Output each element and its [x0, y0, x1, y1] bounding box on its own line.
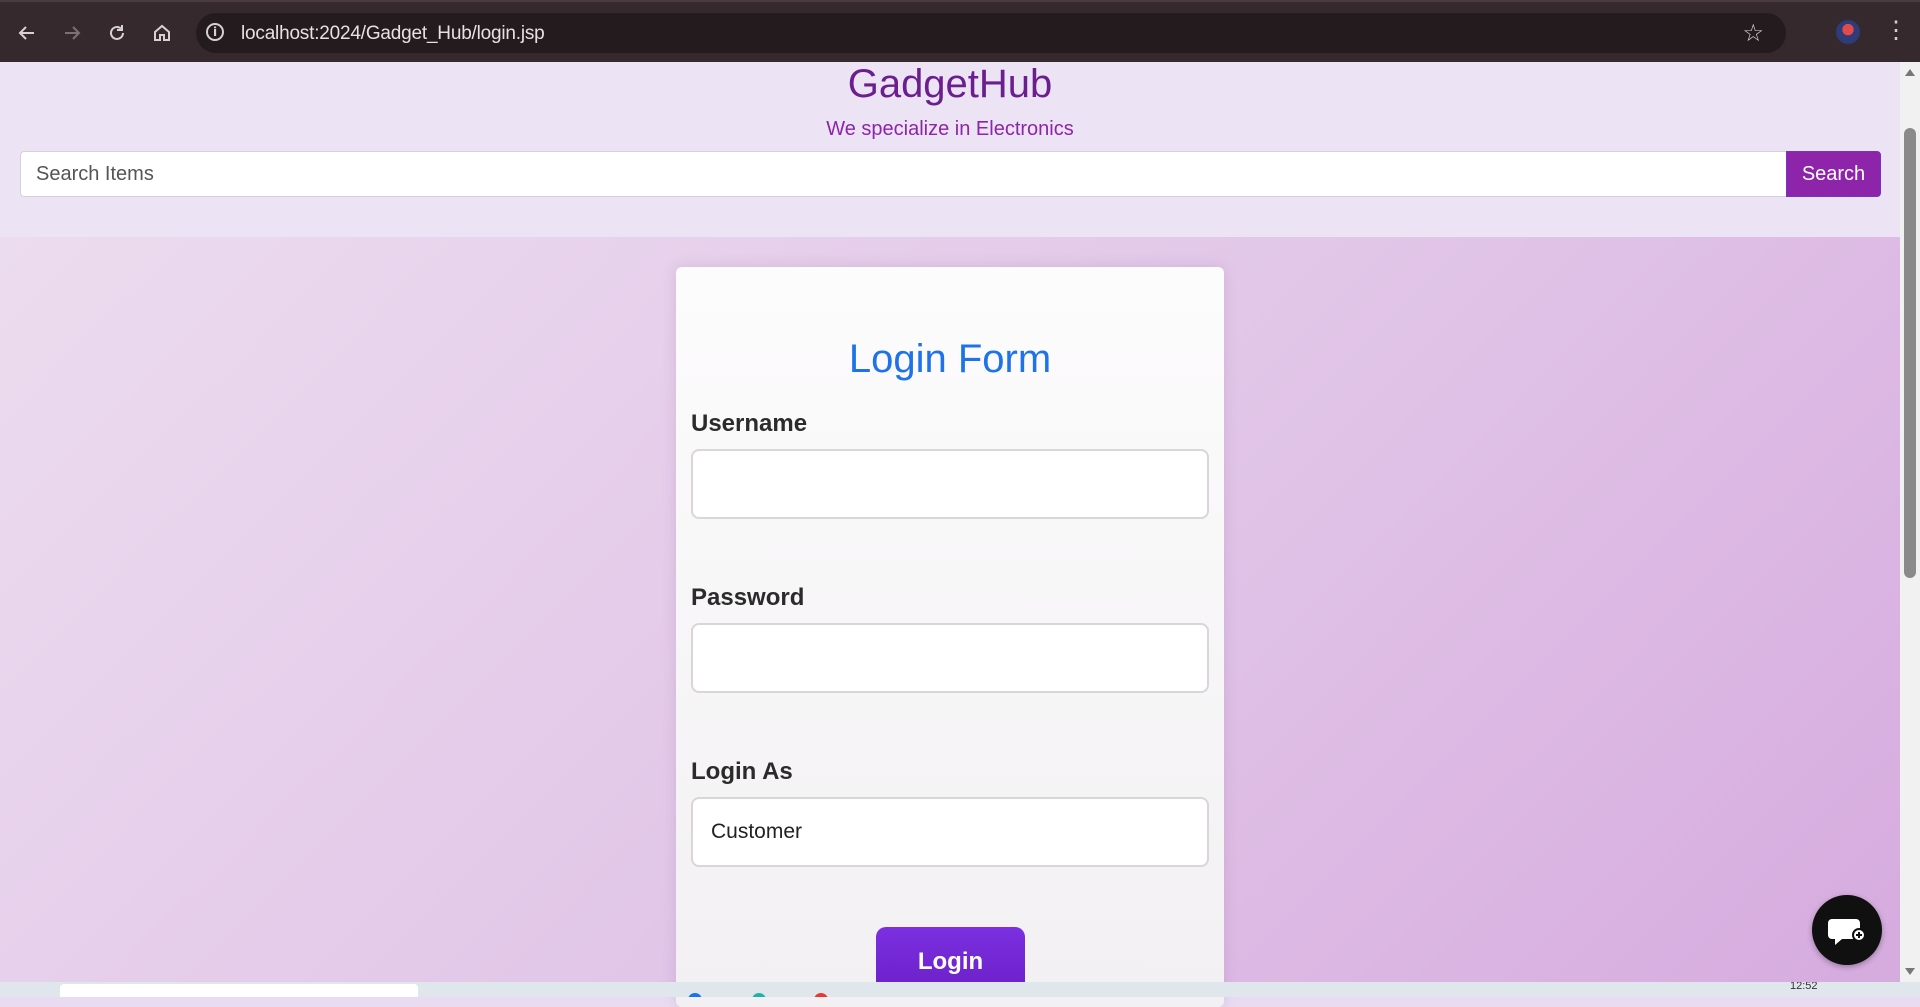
- chat-widget-button[interactable]: [1812, 895, 1882, 965]
- login-as-label: Login As: [691, 758, 793, 785]
- username-field[interactable]: [691, 449, 1209, 519]
- chat-icon: [1828, 919, 1866, 945]
- taskbar-clock: 12:52: [1790, 982, 1818, 992]
- login-as-selected-value: Customer: [711, 820, 803, 843]
- home-icon[interactable]: [147, 18, 177, 48]
- form-title: Login Form: [848, 337, 1052, 381]
- tab-strip-edge: [0, 0, 1920, 2]
- login-as-select[interactable]: Customer: [691, 797, 1209, 867]
- os-taskbar: 12:52: [0, 982, 1920, 997]
- address-bar[interactable]: i localhost:2024/Gadget_Hub/login.jsp ☆: [196, 13, 1786, 53]
- profile-avatar-icon[interactable]: [1836, 20, 1860, 44]
- page-scrollbar[interactable]: [1900, 62, 1920, 982]
- bookmark-star-icon[interactable]: ☆: [1742, 19, 1764, 48]
- taskbar-search[interactable]: [60, 984, 418, 997]
- taskbar-app-icon[interactable]: [688, 993, 702, 997]
- back-arrow-icon[interactable]: [12, 18, 42, 48]
- brand-title: GadgetHub: [847, 62, 1053, 106]
- site-header: GadgetHub We specialize in Electronics S…: [0, 62, 1900, 237]
- reload-icon[interactable]: [102, 18, 132, 48]
- kebab-menu-icon[interactable]: ⋮: [1884, 16, 1908, 46]
- taskbar-app-icon[interactable]: [814, 993, 828, 997]
- username-label: Username: [691, 410, 808, 437]
- site-info-icon[interactable]: i: [206, 23, 224, 41]
- scroll-down-arrow-icon[interactable]: [1905, 968, 1915, 975]
- search-input[interactable]: [20, 151, 1787, 197]
- search-button[interactable]: Search: [1786, 151, 1881, 197]
- password-label: Password: [691, 584, 805, 611]
- browser-toolbar: i localhost:2024/Gadget_Hub/login.jsp ☆ …: [0, 0, 1920, 62]
- scroll-thumb[interactable]: [1904, 128, 1916, 578]
- url-text[interactable]: localhost:2024/Gadget_Hub/login.jsp: [241, 23, 545, 45]
- login-card: Login Form Username Password Login As Cu…: [676, 267, 1224, 1007]
- taskbar-app-icon[interactable]: [752, 993, 766, 997]
- scroll-up-arrow-icon[interactable]: [1905, 69, 1915, 76]
- main-content: Login Form Username Password Login As Cu…: [0, 237, 1900, 1007]
- brand-tagline: We specialize in Electronics: [826, 118, 1074, 140]
- forward-arrow-icon[interactable]: [57, 18, 87, 48]
- password-field[interactable]: [691, 623, 1209, 693]
